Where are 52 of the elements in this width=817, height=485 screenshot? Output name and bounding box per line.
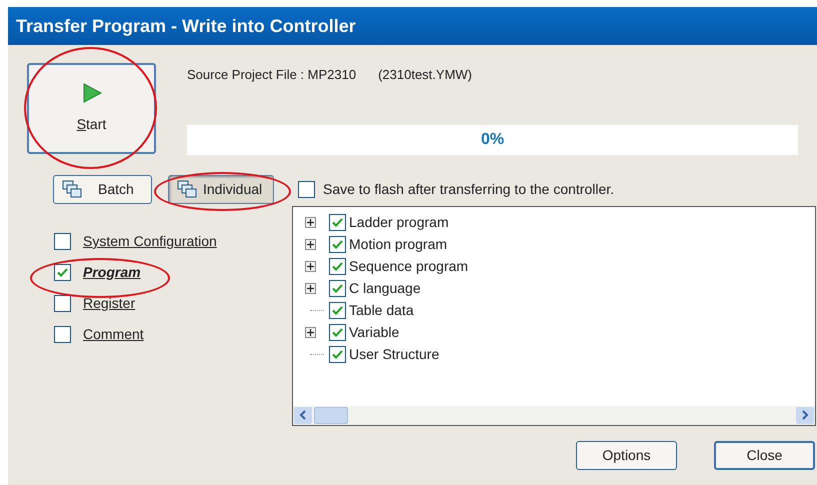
source-project-label: Source Project File : MP2310 <box>187 66 356 84</box>
checkbox[interactable] <box>54 233 71 250</box>
scroll-right-icon[interactable] <box>796 406 814 424</box>
progress-percentage: 0% <box>480 130 504 150</box>
expand-icon[interactable] <box>305 239 316 250</box>
start-button[interactable]: Start <box>27 63 156 154</box>
checkbox[interactable] <box>54 326 71 343</box>
checkmark-icon <box>332 350 343 359</box>
checkmark-icon <box>57 268 68 277</box>
checkbox[interactable] <box>329 324 346 341</box>
play-icon <box>80 82 102 104</box>
windows-icon <box>177 180 197 198</box>
mode-button[interactable]: Batch <box>53 174 152 204</box>
checkmark-icon <box>332 306 343 315</box>
checkbox[interactable] <box>329 346 346 363</box>
category-link[interactable]: Program <box>83 262 141 283</box>
save-to-flash-label: Save to flash after transferring to the controller. <box>323 180 614 199</box>
expand-icon[interactable] <box>305 261 316 272</box>
checkmark-icon <box>332 240 343 249</box>
tree-item-label[interactable]: Motion program <box>349 234 448 255</box>
scroll-left-icon[interactable] <box>294 406 312 424</box>
checkmark-icon <box>332 284 343 293</box>
expand-icon[interactable] <box>305 327 316 338</box>
checkbox[interactable] <box>329 258 346 275</box>
category-link[interactable]: Register <box>83 293 136 314</box>
checkmark-icon <box>332 262 343 271</box>
checkbox[interactable] <box>329 280 346 297</box>
expand-icon[interactable] <box>305 217 316 228</box>
windows-icon <box>62 180 82 198</box>
checkbox[interactable] <box>54 264 71 281</box>
tree-item-label[interactable]: Table data <box>349 300 414 321</box>
checkbox[interactable] <box>329 302 346 319</box>
checkmark-icon <box>332 218 343 227</box>
category-link[interactable]: System Configuration <box>83 231 217 252</box>
scroll-thumb[interactable] <box>314 406 348 424</box>
tree-item-label[interactable]: Ladder program <box>349 212 449 233</box>
tree-item-label[interactable]: Sequence program <box>349 256 468 277</box>
checkbox[interactable] <box>298 180 315 198</box>
dialog-button[interactable]: Options <box>576 440 677 470</box>
tree-item-label[interactable]: User Structure <box>349 344 440 365</box>
dialog-button[interactable]: Close <box>714 440 815 470</box>
checkmark-icon <box>332 328 343 337</box>
checkbox[interactable] <box>54 295 71 312</box>
tree-item-label[interactable]: C language <box>349 278 421 299</box>
expand-icon[interactable] <box>305 283 316 294</box>
window-title: Transfer Program - Write into Controller <box>16 14 356 38</box>
category-link[interactable]: Comment <box>83 324 144 345</box>
mode-button[interactable]: Individual <box>168 174 274 204</box>
checkbox[interactable] <box>329 214 346 231</box>
tree-item-label[interactable]: Variable <box>349 322 400 343</box>
source-file-name: (2310test.YMW) <box>378 66 472 84</box>
checkbox[interactable] <box>329 236 346 253</box>
